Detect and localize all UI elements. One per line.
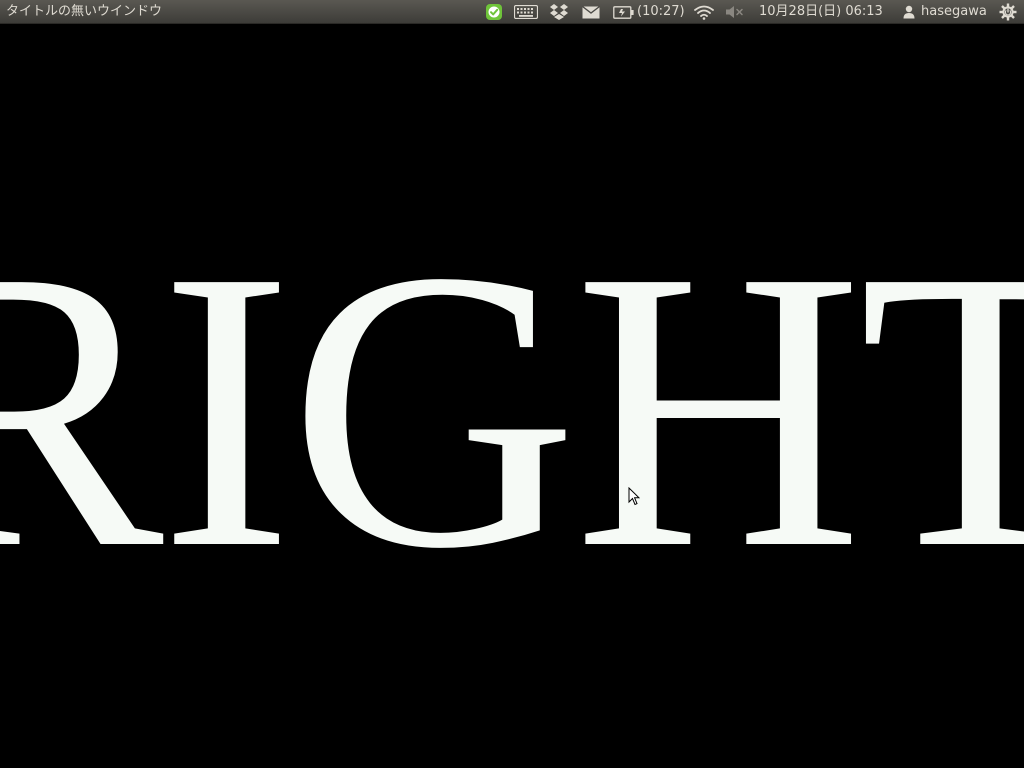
content-area: RIGHT: [0, 24, 1024, 768]
battery-icon[interactable]: [612, 2, 636, 22]
power-gear-icon[interactable]: [998, 2, 1018, 22]
keyboard-icon[interactable]: [513, 2, 539, 22]
top-panel: タイトルの無いウインドウ (10:27) 10月28日(日) 06:13 has…: [0, 0, 1024, 24]
user-icon[interactable]: [901, 2, 917, 22]
mouse-pointer-icon: [628, 487, 640, 506]
wifi-icon[interactable]: [693, 2, 715, 22]
clock[interactable]: 10月28日(日) 06:13: [759, 3, 883, 20]
large-text-display: RIGHT: [0, 188, 1024, 631]
mail-icon[interactable]: [580, 2, 602, 22]
battery-time: (10:27): [637, 4, 685, 19]
username[interactable]: hasegawa: [921, 3, 987, 20]
dropbox-icon[interactable]: [548, 2, 570, 22]
volume-muted-icon[interactable]: [724, 2, 746, 22]
window-title: タイトルの無いウインドウ: [6, 4, 163, 19]
checkmark-status-icon[interactable]: [484, 2, 504, 22]
